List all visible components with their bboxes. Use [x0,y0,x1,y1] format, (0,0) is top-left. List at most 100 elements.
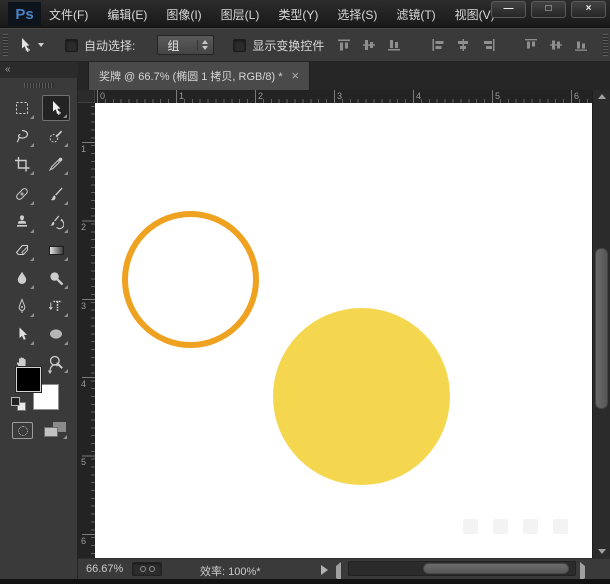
photoshop-logo-icon: Ps [8,2,41,26]
maximize-button[interactable]: □ [531,1,566,18]
type-tool[interactable] [42,293,70,319]
gradient-icon [48,245,64,255]
tools-panel-grip[interactable] [24,83,54,88]
menu-item-select[interactable]: 选择(S) [335,6,379,23]
screen-mode-button[interactable] [43,422,67,439]
tools-panel-header: « [0,62,78,78]
v-ruler-number: 4 [81,379,87,389]
tools-panel: « [0,62,78,579]
options-bar-end-grip[interactable] [603,34,608,56]
auto-select-checkbox[interactable] [65,38,78,52]
v-ruler-number: 1 [81,144,87,154]
zoom-level-field[interactable]: 66.67% [86,563,123,575]
blur-tool[interactable] [8,265,36,291]
move-tool[interactable] [42,95,70,121]
pen-tool[interactable] [8,293,36,319]
ellipse-1-outline-shape [122,211,259,348]
quick-mask-mode-button[interactable] [12,422,33,439]
auto-select-label: 自动选择: [84,38,136,53]
h-ruler-number: 2 [258,91,264,101]
distribute-group [524,38,589,52]
show-transform-label: 显示变换控件 [252,38,325,53]
move-tool-icon [22,38,30,52]
scroll-up-button[interactable] [593,90,610,103]
align-vertical-centers-icon[interactable] [362,38,377,52]
rectangular-marquee-tool[interactable] [8,95,36,121]
menu-bar: 文件(F) 编辑(E) 图像(I) 图层(L) 类型(Y) 选择(S) 滤镜(T… [47,0,497,28]
status-info-box [132,562,162,576]
gear-icon [139,566,146,572]
close-button[interactable]: × [571,1,606,18]
dotted-circle-icon [17,425,28,436]
h-ruler-number: 1 [179,91,185,101]
vertical-scrollbar[interactable] [592,90,610,558]
document-tab[interactable]: 奖牌 @ 66.7% (椭圆 1 拷贝, RGB/8) * × [88,62,311,90]
gradient-tool[interactable] [42,237,70,263]
screen-front-rect [44,427,58,437]
brush-tool[interactable] [42,181,70,207]
tab-close-icon[interactable]: × [292,69,300,82]
distribute-bottom-edges-icon[interactable] [574,38,589,52]
auto-select-target-dropdown[interactable]: 组 [157,35,215,55]
scroll-left-button[interactable] [336,562,341,582]
v-ruler-major-ticks [82,103,95,558]
quick-selection-tool[interactable] [42,123,70,149]
crop-tool[interactable] [8,151,36,177]
menu-item-filter[interactable]: 滤镜(T) [394,6,437,23]
v-ruler-number: 3 [81,301,87,311]
menu-item-type[interactable]: 类型(Y) [276,6,320,23]
spot-healing-brush-tool[interactable] [8,181,36,207]
eraser-tool[interactable] [8,237,36,263]
window-controls: — □ × [491,1,606,18]
align-bottom-edges-icon[interactable] [387,38,402,52]
document-tab-bar: 奖牌 @ 66.7% (椭圆 1 拷贝, RGB/8) * × [78,62,610,90]
chevron-down-icon [38,43,44,47]
h-ruler-major-ticks [95,90,592,103]
horizontal-scrollbar-thumb[interactable] [423,563,569,574]
efficiency-readout: 效率: 100%* [200,566,261,578]
horizontal-scrollbar[interactable] [348,561,576,576]
align-left-edges-icon[interactable] [431,38,446,52]
dropdown-stepper-icon [197,40,209,50]
canvas[interactable] [95,103,592,558]
watermark [463,519,568,534]
show-transform-checkbox[interactable] [233,38,247,52]
dodge-tool[interactable] [42,265,70,291]
window-bottom-edge [0,579,610,584]
photoshop-window: Ps 文件(F) 编辑(E) 图像(I) 图层(L) 类型(Y) 选择(S) 滤… [0,0,610,584]
options-bar: 自动选择: 组 显示变换控件 [0,28,610,62]
eyedropper-tool[interactable] [42,151,70,177]
foreground-color-swatch[interactable] [16,367,41,392]
h-ruler-number: 0 [100,91,106,101]
options-bar-grip[interactable] [3,34,8,56]
dropdown-value: 组 [167,38,180,53]
ellipse-tool[interactable] [42,321,70,347]
collapse-panel-button[interactable]: « [5,64,11,75]
menu-item-edit[interactable]: 编辑(E) [105,6,149,23]
menu-item-image[interactable]: 图像(I) [164,6,203,23]
vertical-ruler[interactable]: 1 2 3 4 5 6 [78,103,95,558]
distribute-top-edges-icon[interactable] [524,38,539,52]
h-ruler-number: 3 [337,91,343,101]
horizontal-ruler[interactable]: 0 1 2 3 4 5 6 [95,90,592,103]
lasso-tool[interactable] [8,123,36,149]
history-brush-tool[interactable] [42,209,70,235]
align-right-edges-icon[interactable] [481,38,496,52]
align-top-edges-icon[interactable] [337,38,352,52]
distribute-vertical-centers-icon[interactable] [549,38,564,52]
vertical-scrollbar-thumb[interactable] [595,248,608,409]
path-selection-tool[interactable] [8,321,36,347]
default-fg-chip [11,397,20,406]
menu-item-layer[interactable]: 图层(L) [219,6,262,23]
title-bar: Ps 文件(F) 编辑(E) 图像(I) 图层(L) 类型(Y) 选择(S) 滤… [0,0,610,28]
minimize-button[interactable]: — [491,1,526,18]
tool-preset-picker[interactable] [17,37,44,53]
menu-item-file[interactable]: 文件(F) [47,6,90,23]
clone-stamp-tool[interactable] [8,209,36,235]
align-horizontal-centers-icon[interactable] [456,38,471,52]
swap-colors-icon[interactable] [47,361,61,380]
scroll-down-button[interactable] [593,545,610,558]
scroll-right-button[interactable] [580,562,585,582]
status-flyout-icon[interactable] [321,565,328,575]
default-colors-icon[interactable] [11,396,27,412]
